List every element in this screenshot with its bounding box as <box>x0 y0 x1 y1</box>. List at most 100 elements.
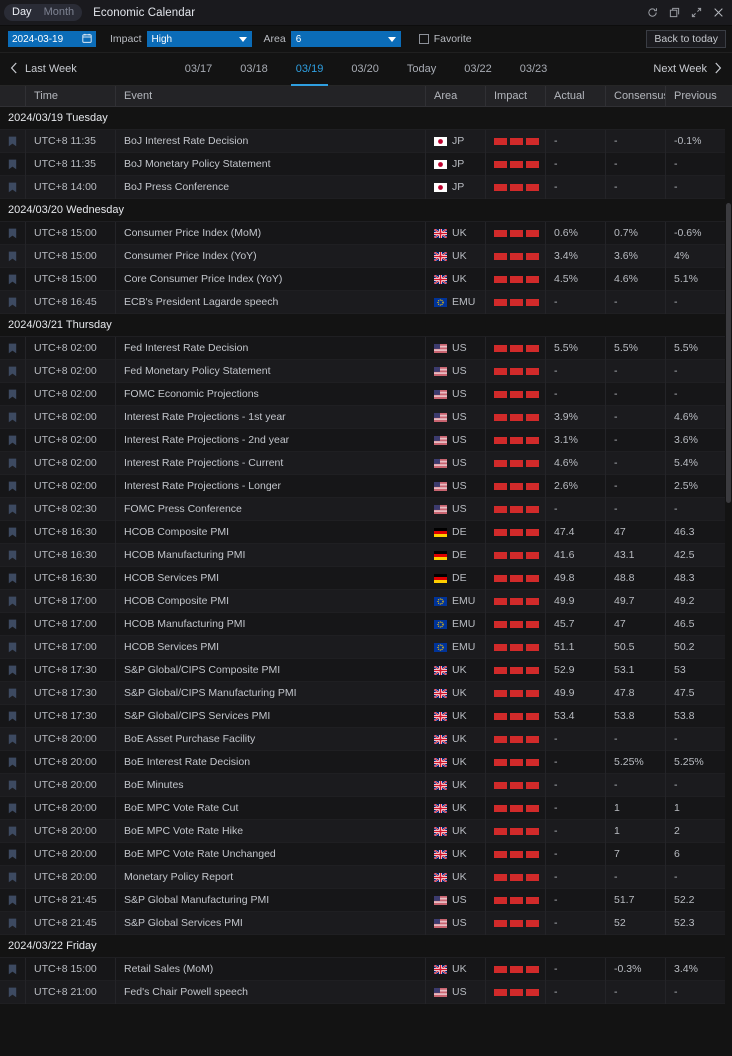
day-tab-4[interactable]: Today <box>406 53 437 85</box>
area-filter-select[interactable]: 6 <box>291 31 401 47</box>
bookmark-cell[interactable] <box>0 705 25 728</box>
bookmark-cell[interactable] <box>0 728 25 751</box>
cell-event[interactable]: BoE Minutes <box>115 774 425 797</box>
table-row[interactable]: UTC+8 21:45S&P Global Services PMIUS-525… <box>0 912 732 935</box>
cell-event[interactable]: Interest Rate Projections - 1st year <box>115 406 425 429</box>
table-row[interactable]: UTC+8 20:00BoE Asset Purchase FacilityUK… <box>0 728 732 751</box>
bookmark-cell[interactable] <box>0 958 25 981</box>
expand-icon[interactable] <box>691 7 702 18</box>
table-row[interactable]: UTC+8 16:30HCOB Composite PMIDE47.44746.… <box>0 521 732 544</box>
table-body[interactable]: 2024/03/19 TuesdayUTC+8 11:35BoJ Interes… <box>0 107 732 1046</box>
cell-event[interactable]: BoE MPC Vote Rate Cut <box>115 797 425 820</box>
cell-event[interactable]: HCOB Manufacturing PMI <box>115 613 425 636</box>
table-row[interactable]: UTC+8 16:30HCOB Services PMIDE49.848.848… <box>0 567 732 590</box>
bookmark-cell[interactable] <box>0 268 25 291</box>
bookmark-cell[interactable] <box>0 774 25 797</box>
cell-event[interactable]: FOMC Economic Projections <box>115 383 425 406</box>
cell-event[interactable]: BoJ Interest Rate Decision <box>115 130 425 153</box>
bookmark-cell[interactable] <box>0 360 25 383</box>
cell-event[interactable]: S&P Global/CIPS Manufacturing PMI <box>115 682 425 705</box>
bookmark-cell[interactable] <box>0 337 25 360</box>
cell-event[interactable]: S&P Global/CIPS Services PMI <box>115 705 425 728</box>
bookmark-cell[interactable] <box>0 682 25 705</box>
cell-event[interactable]: BoJ Monetary Policy Statement <box>115 153 425 176</box>
bookmark-cell[interactable] <box>0 176 25 199</box>
view-mode-month[interactable]: Month <box>38 4 81 21</box>
bookmark-cell[interactable] <box>0 820 25 843</box>
cell-event[interactable]: FOMC Press Conference <box>115 498 425 521</box>
cell-event[interactable]: S&P Global Manufacturing PMI <box>115 889 425 912</box>
table-row[interactable]: UTC+8 20:00BoE MinutesUK--- <box>0 774 732 797</box>
bookmark-cell[interactable] <box>0 429 25 452</box>
day-tab-3[interactable]: 03/20 <box>350 53 380 85</box>
favorite-filter[interactable]: Favorite <box>419 33 472 45</box>
cell-event[interactable]: Interest Rate Projections - Current <box>115 452 425 475</box>
cell-event[interactable]: BoE MPC Vote Rate Unchanged <box>115 843 425 866</box>
bookmark-cell[interactable] <box>0 544 25 567</box>
day-tab-2[interactable]: 03/19 <box>295 53 325 85</box>
cell-event[interactable]: Monetary Policy Report <box>115 866 425 889</box>
duplicate-icon[interactable] <box>669 7 680 18</box>
close-icon[interactable] <box>713 7 724 18</box>
table-row[interactable]: UTC+8 17:00HCOB Composite PMIEMU49.949.7… <box>0 590 732 613</box>
cell-event[interactable]: HCOB Composite PMI <box>115 590 425 613</box>
bookmark-cell[interactable] <box>0 590 25 613</box>
table-row[interactable]: UTC+8 11:35BoJ Monetary Policy Statement… <box>0 153 732 176</box>
table-row[interactable]: UTC+8 02:00Interest Rate Projections - L… <box>0 475 732 498</box>
table-row[interactable]: UTC+8 20:00BoE MPC Vote Rate HikeUK-12 <box>0 820 732 843</box>
table-row[interactable]: UTC+8 20:00BoE MPC Vote Rate CutUK-11 <box>0 797 732 820</box>
cell-event[interactable]: ECB's President Lagarde speech <box>115 291 425 314</box>
table-row[interactable]: UTC+8 15:00Core Consumer Price Index (Yo… <box>0 268 732 291</box>
impact-filter-select[interactable]: High <box>147 31 252 47</box>
table-row[interactable]: UTC+8 15:00Consumer Price Index (MoM)UK0… <box>0 222 732 245</box>
cell-event[interactable]: HCOB Services PMI <box>115 567 425 590</box>
table-row[interactable]: UTC+8 16:30HCOB Manufacturing PMIDE41.64… <box>0 544 732 567</box>
bookmark-cell[interactable] <box>0 751 25 774</box>
bookmark-cell[interactable] <box>0 130 25 153</box>
cell-event[interactable]: Fed Interest Rate Decision <box>115 337 425 360</box>
favorite-checkbox[interactable] <box>419 34 429 44</box>
table-row[interactable]: UTC+8 15:00Consumer Price Index (YoY)UK3… <box>0 245 732 268</box>
table-row[interactable]: UTC+8 02:00Interest Rate Projections - C… <box>0 452 732 475</box>
vertical-scrollbar[interactable] <box>725 107 732 1046</box>
view-mode-toggle[interactable]: Day Month <box>4 4 82 21</box>
table-row[interactable]: UTC+8 02:00Fed Monetary Policy Statement… <box>0 360 732 383</box>
bookmark-cell[interactable] <box>0 245 25 268</box>
day-tab-6[interactable]: 03/23 <box>519 53 549 85</box>
table-row[interactable]: UTC+8 20:00Monetary Policy ReportUK--- <box>0 866 732 889</box>
cell-event[interactable]: Interest Rate Projections - Longer <box>115 475 425 498</box>
bookmark-cell[interactable] <box>0 613 25 636</box>
bookmark-cell[interactable] <box>0 981 25 1004</box>
bookmark-cell[interactable] <box>0 636 25 659</box>
table-row[interactable]: UTC+8 02:00Interest Rate Projections - 2… <box>0 429 732 452</box>
bookmark-cell[interactable] <box>0 797 25 820</box>
bookmark-cell[interactable] <box>0 291 25 314</box>
table-row[interactable]: UTC+8 02:00Interest Rate Projections - 1… <box>0 406 732 429</box>
bookmark-cell[interactable] <box>0 153 25 176</box>
bookmark-cell[interactable] <box>0 866 25 889</box>
refresh-icon[interactable] <box>647 7 658 18</box>
bookmark-cell[interactable] <box>0 222 25 245</box>
table-row[interactable]: UTC+8 21:45S&P Global Manufacturing PMIU… <box>0 889 732 912</box>
bookmark-cell[interactable] <box>0 659 25 682</box>
bookmark-cell[interactable] <box>0 475 25 498</box>
table-row[interactable]: UTC+8 20:00BoE Interest Rate DecisionUK-… <box>0 751 732 774</box>
view-mode-day[interactable]: Day <box>6 4 38 21</box>
bookmark-cell[interactable] <box>0 452 25 475</box>
table-row[interactable]: UTC+8 11:35BoJ Interest Rate DecisionJP-… <box>0 130 732 153</box>
table-row[interactable]: UTC+8 02:00FOMC Economic ProjectionsUS--… <box>0 383 732 406</box>
cell-event[interactable]: S&P Global Services PMI <box>115 912 425 935</box>
bookmark-cell[interactable] <box>0 406 25 429</box>
table-row[interactable]: UTC+8 15:00Retail Sales (MoM)UK--0.3%3.4… <box>0 958 732 981</box>
cell-event[interactable]: BoE MPC Vote Rate Hike <box>115 820 425 843</box>
table-row[interactable]: UTC+8 17:00HCOB Services PMIEMU51.150.55… <box>0 636 732 659</box>
cell-event[interactable]: BoE Asset Purchase Facility <box>115 728 425 751</box>
cell-event[interactable]: HCOB Composite PMI <box>115 521 425 544</box>
table-row[interactable]: UTC+8 17:00HCOB Manufacturing PMIEMU45.7… <box>0 613 732 636</box>
cell-event[interactable]: S&P Global/CIPS Composite PMI <box>115 659 425 682</box>
cell-event[interactable]: Consumer Price Index (MoM) <box>115 222 425 245</box>
table-row[interactable]: UTC+8 16:45ECB's President Lagarde speec… <box>0 291 732 314</box>
cell-event[interactable]: HCOB Manufacturing PMI <box>115 544 425 567</box>
back-to-today-button[interactable]: Back to today <box>646 30 726 48</box>
day-tab-0[interactable]: 03/17 <box>184 53 214 85</box>
